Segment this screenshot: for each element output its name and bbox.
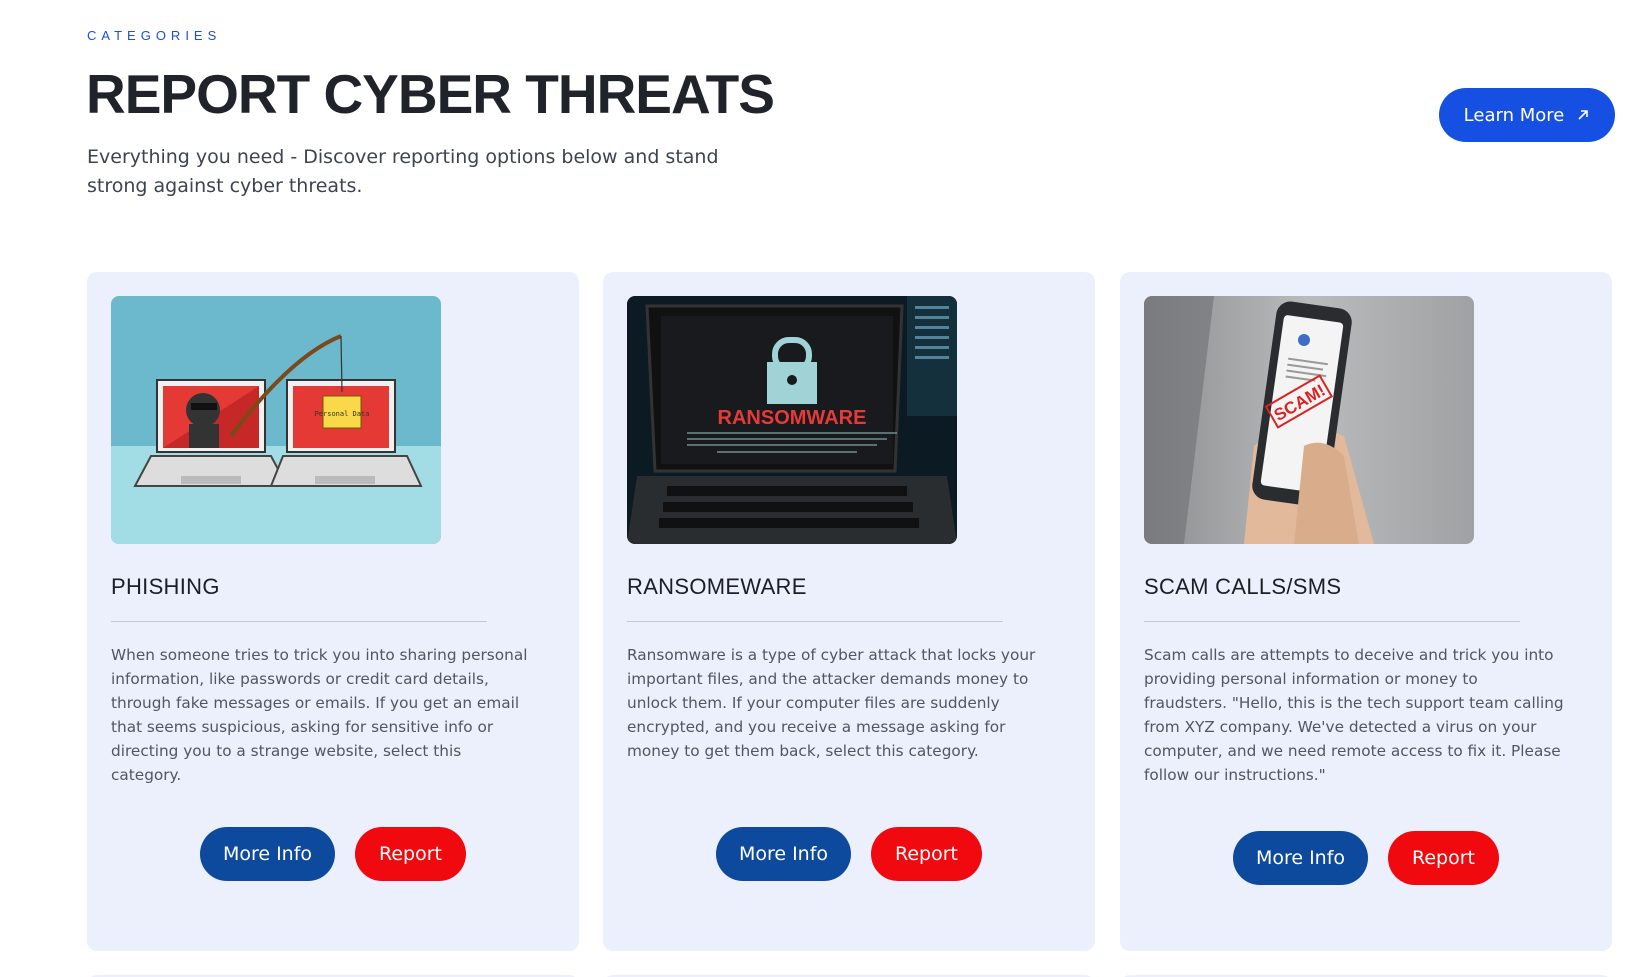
- category-card-ransomware: RANSOMWARE RANSOMEWARE Ransomware is a t…: [603, 272, 1095, 951]
- phishing-image-caption: Personal Data: [315, 410, 370, 418]
- card-description-phishing: When someone tries to trick you into sha…: [111, 646, 528, 784]
- ransomware-illustration: RANSOMWARE: [627, 296, 957, 544]
- phishing-illustration: Personal Data: [111, 296, 441, 544]
- more-info-button-scam-calls[interactable]: More Info: [1233, 831, 1368, 885]
- learn-more-label: Learn More: [1463, 104, 1565, 126]
- page-title: REPORT CYBER THREATS: [86, 63, 775, 125]
- card-title-ransomware: RANSOMEWARE: [627, 574, 807, 599]
- card-description-scam-calls: Scam calls are attempts to deceive and t…: [1144, 646, 1564, 784]
- scam-call-illustration: SCAM!: [1144, 296, 1474, 544]
- intro-text: Everything you need - Discover reporting…: [87, 146, 719, 197]
- more-info-button-ransomware[interactable]: More Info: [716, 827, 851, 881]
- external-arrow-icon: [1578, 110, 1589, 120]
- category-card-phishing: Personal Data PHISHING When someone trie…: [87, 272, 579, 951]
- ransomware-image-caption: RANSOMWARE: [718, 407, 867, 429]
- categories-eyebrow: CATEGORIES: [87, 28, 222, 43]
- category-card-scam-calls: SCAM! SCAM CALLS/SMS Scam calls are atte…: [1120, 272, 1612, 951]
- report-button-scam-calls[interactable]: Report: [1388, 831, 1499, 885]
- card-divider: [1144, 621, 1520, 622]
- card-divider: [627, 621, 1003, 622]
- more-info-button-phishing[interactable]: More Info: [200, 827, 335, 881]
- report-button-phishing[interactable]: Report: [355, 827, 466, 881]
- card-title-phishing: PHISHING: [111, 574, 220, 599]
- card-description-ransomware: Ransomware is a type of cyber attack tha…: [627, 646, 1036, 760]
- report-button-ransomware[interactable]: Report: [871, 827, 982, 881]
- learn-more-button[interactable]: Learn More: [1439, 88, 1615, 142]
- card-title-scam-calls: SCAM CALLS/SMS: [1144, 574, 1342, 599]
- card-divider: [111, 621, 487, 622]
